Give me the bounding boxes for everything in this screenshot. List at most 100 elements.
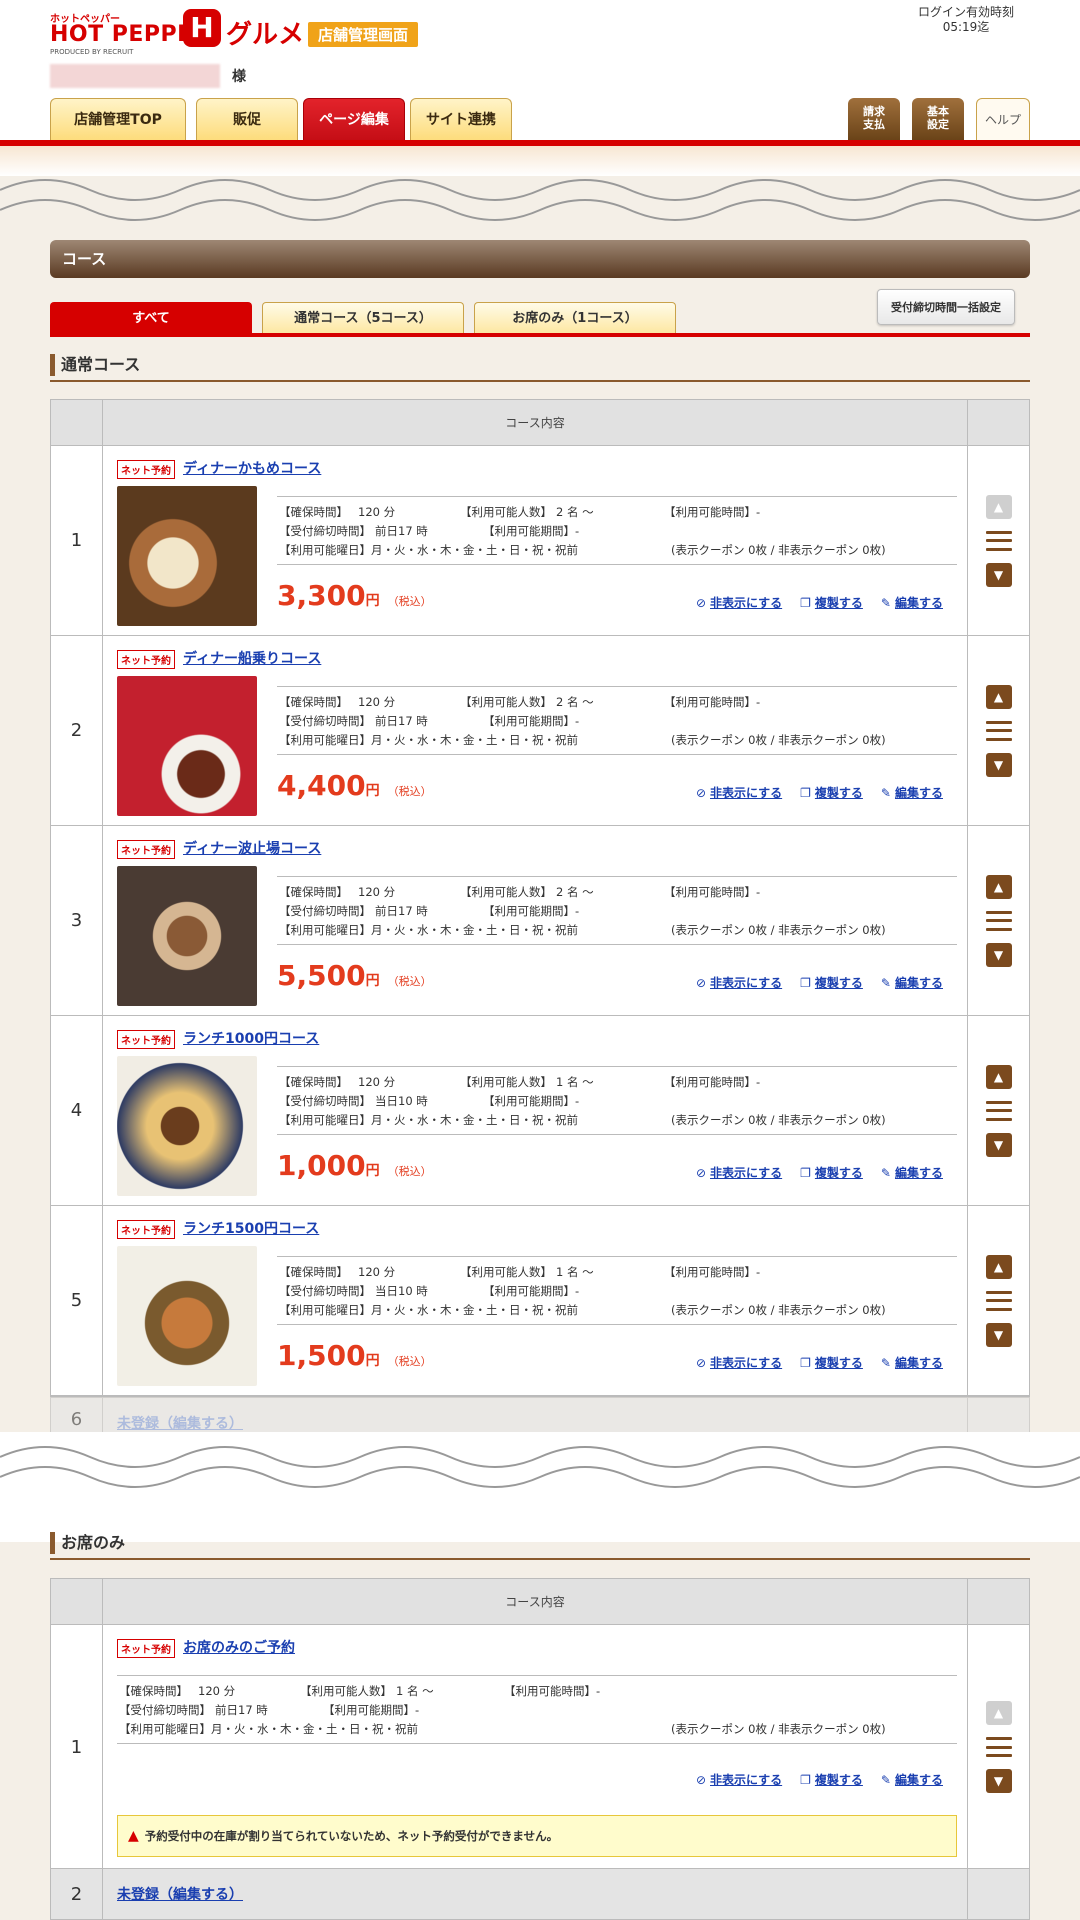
row-ctrl: ▲ ▼ xyxy=(968,446,1029,635)
warning-icon: ▲ xyxy=(128,1828,139,1844)
drag-handle-icon[interactable] xyxy=(985,1737,1012,1757)
edit-link-label: 編集する xyxy=(894,596,943,610)
copy-link[interactable]: ❐ 複製する xyxy=(800,594,863,611)
period-value: - xyxy=(575,714,580,728)
move-down-button[interactable]: ▼ xyxy=(985,752,1012,777)
copy-link[interactable]: ❐ 複製する xyxy=(800,1164,863,1181)
edit-link[interactable]: ✎ 編集する xyxy=(881,974,943,991)
copy-link-label: 複製する xyxy=(814,1166,863,1180)
help-button[interactable]: ヘルプ xyxy=(976,98,1030,140)
move-down-button[interactable]: ▼ xyxy=(985,1132,1012,1157)
course-name-link[interactable]: ディナー波止場コース xyxy=(183,838,321,858)
course-name-link[interactable]: ランチ1500円コース xyxy=(183,1218,319,1238)
normal-course-table: コース内容 1 ネット予約 ディナーかもめコース 【確保時間】 120 分 【利用… xyxy=(50,399,1030,1397)
nav-tab-shop-top[interactable]: 店舗管理TOP xyxy=(50,98,186,140)
nav-tab-site-link[interactable]: サイト連携 xyxy=(410,98,512,140)
period-label: 【利用可能期間】 xyxy=(323,1703,415,1717)
coupon-value: (表示クーポン 0枚 / 非表示クーポン 0枚) xyxy=(671,733,886,747)
edit-link-label: 編集する xyxy=(894,1356,943,1370)
pencil-icon: ✎ xyxy=(880,786,891,800)
copy-link[interactable]: ❐ 複製する xyxy=(800,1354,863,1371)
move-up-button[interactable]: ▲ xyxy=(985,1254,1012,1279)
time-value: - xyxy=(756,695,761,709)
time-value: - xyxy=(756,505,761,519)
course-name-link[interactable]: ディナーかもめコース xyxy=(183,458,321,478)
days-value: 月・火・水・木・金・土・日・祝・祝前 xyxy=(371,1303,578,1317)
move-up-button[interactable]: ▲ xyxy=(985,874,1012,899)
move-up-button[interactable]: ▲ xyxy=(985,1701,1012,1725)
course-name-link[interactable]: お席のみのご予約 xyxy=(183,1637,295,1657)
basic-settings-button[interactable]: 基本 設定 xyxy=(912,98,964,140)
coupon-value: (表示クーポン 0枚 / 非表示クーポン 0枚) xyxy=(671,1722,886,1736)
edit-link[interactable]: ✎ 編集する xyxy=(881,1164,943,1181)
course-info: 【確保時間】 120 分 【利用可能人数】 2 名 〜 【利用可能時間】 - 【受付締… xyxy=(277,496,957,565)
hide-link[interactable]: ⊘ 非表示にする xyxy=(696,594,782,611)
deadline-value: 当日10 時 xyxy=(375,1284,428,1298)
people-value: 2 名 〜 xyxy=(556,505,594,519)
row-ctrl xyxy=(968,1869,1029,1919)
price-tax: （税込） xyxy=(387,975,432,988)
wave-decoration-top xyxy=(0,179,1080,221)
course-name-link[interactable]: ランチ1000円コース xyxy=(183,1028,319,1048)
row-content: 未登録（編集する） xyxy=(103,1869,968,1919)
wave-decoration-middle xyxy=(0,1432,1080,1542)
billing-button[interactable]: 請求 支払 xyxy=(848,98,900,140)
course-info: 【確保時間】 120 分 【利用可能人数】 2 名 〜 【利用可能時間】 - 【受付締… xyxy=(277,686,957,755)
info-line-2: 【受付締切時間】 前日17 時 【利用可能期間】 - xyxy=(279,522,957,541)
hold-value: 120 分 xyxy=(358,695,396,709)
period-value: - xyxy=(575,524,580,538)
drag-handle-icon[interactable] xyxy=(985,910,1012,931)
course-name-link[interactable]: ディナー船乗りコース xyxy=(183,648,321,668)
unregistered-edit-link[interactable]: 未登録（編集する） xyxy=(117,1884,243,1904)
hide-link[interactable]: ⊘ 非表示にする xyxy=(696,1354,782,1371)
edit-link[interactable]: ✎ 編集する xyxy=(881,1354,943,1371)
hold-label: 【確保時間】 xyxy=(119,1684,188,1698)
price-tax: （税込） xyxy=(387,1355,432,1368)
drag-handle-icon[interactable] xyxy=(985,1100,1012,1121)
move-down-button[interactable]: ▼ xyxy=(985,562,1012,587)
hide-link[interactable]: ⊘ 非表示にする xyxy=(696,1771,782,1788)
edit-link[interactable]: ✎ 編集する xyxy=(881,784,943,801)
table-row: 4 ネット予約 ランチ1000円コース 【確保時間】 120 分 【利用可能人数】… xyxy=(51,1016,1029,1206)
course-price: 3,300円 （税込） xyxy=(277,579,432,612)
bulk-deadline-button[interactable]: 受付締切時間一括設定 xyxy=(877,289,1015,325)
info-line-2: 【受付締切時間】 当日10 時 【利用可能期間】 - xyxy=(279,1092,957,1111)
row-number: 2 xyxy=(51,1869,103,1919)
eye-off-icon: ⊘ xyxy=(695,1166,707,1180)
filter-tab-normal[interactable]: 通常コース（5コース） xyxy=(262,302,464,334)
unregistered-edit-link[interactable]: 未登録（編集する） xyxy=(117,1413,243,1433)
stock-warning: ▲ 予約受付中の在庫が割り当てられていないため、ネット予約受付ができません。 xyxy=(117,1815,957,1857)
move-up-button[interactable]: ▲ xyxy=(985,1064,1012,1089)
copy-link[interactable]: ❐ 複製する xyxy=(800,1771,863,1788)
drag-handle-icon[interactable] xyxy=(985,1290,1012,1311)
course-photo xyxy=(117,486,257,626)
shop-admin-badge: 店舗管理画面 xyxy=(308,22,419,47)
drag-handle-icon[interactable] xyxy=(985,530,1012,551)
app-header: ホットペッパー HOT PEPPER PRODUCED BY RECRUIT H… xyxy=(0,0,1080,146)
row-content: ネット予約 ディナー船乗りコース 【確保時間】 120 分 【利用可能人数】 2 名… xyxy=(103,636,968,825)
hide-link[interactable]: ⊘ 非表示にする xyxy=(696,1164,782,1181)
info-line-2: 【受付締切時間】 前日17 時 【利用可能期間】 - xyxy=(119,1701,957,1720)
nav-tab-promotion[interactable]: 販促 xyxy=(196,98,298,140)
move-down-button[interactable]: ▼ xyxy=(985,1322,1012,1347)
move-down-button[interactable]: ▼ xyxy=(985,1769,1012,1793)
copy-link[interactable]: ❐ 複製する xyxy=(800,974,863,991)
move-down-button[interactable]: ▼ xyxy=(985,942,1012,967)
filter-tab-seat-only[interactable]: お席のみ（1コース） xyxy=(474,302,676,334)
hide-link[interactable]: ⊘ 非表示にする xyxy=(696,974,782,991)
coupon-value: (表示クーポン 0枚 / 非表示クーポン 0枚) xyxy=(671,923,886,937)
logo-gurume: グルメ xyxy=(226,20,305,50)
move-up-button[interactable]: ▲ xyxy=(985,494,1012,519)
row-ctrl: ▲ ▼ xyxy=(968,1206,1029,1395)
row-content: ネット予約 ディナー波止場コース 【確保時間】 120 分 【利用可能人数】 2 名… xyxy=(103,826,968,1015)
filter-tab-all[interactable]: すべて xyxy=(50,302,252,334)
hide-link[interactable]: ⊘ 非表示にする xyxy=(696,784,782,801)
row-content: ネット予約 ランチ1500円コース 【確保時間】 120 分 【利用可能人数】 1 … xyxy=(103,1206,968,1395)
drag-handle-icon[interactable] xyxy=(985,720,1012,741)
course-photo xyxy=(117,676,257,816)
nav-tab-page-edit[interactable]: ページ編集 xyxy=(303,98,405,140)
edit-link[interactable]: ✎ 編集する xyxy=(881,1771,943,1788)
move-up-button[interactable]: ▲ xyxy=(985,684,1012,709)
copy-link[interactable]: ❐ 複製する xyxy=(800,784,863,801)
edit-link[interactable]: ✎ 編集する xyxy=(881,594,943,611)
